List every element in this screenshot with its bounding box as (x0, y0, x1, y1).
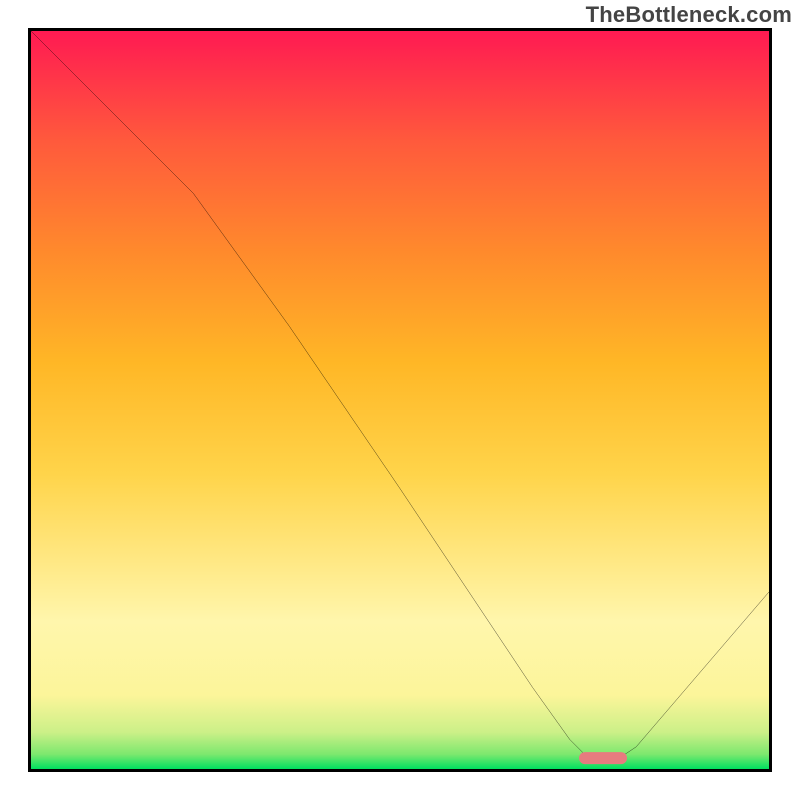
bottleneck-curve (31, 31, 769, 769)
plot-area (28, 28, 772, 772)
chart-frame: TheBottleneck.com (0, 0, 800, 800)
optimal-range-marker (579, 752, 627, 764)
watermark-text: TheBottleneck.com (586, 2, 792, 28)
